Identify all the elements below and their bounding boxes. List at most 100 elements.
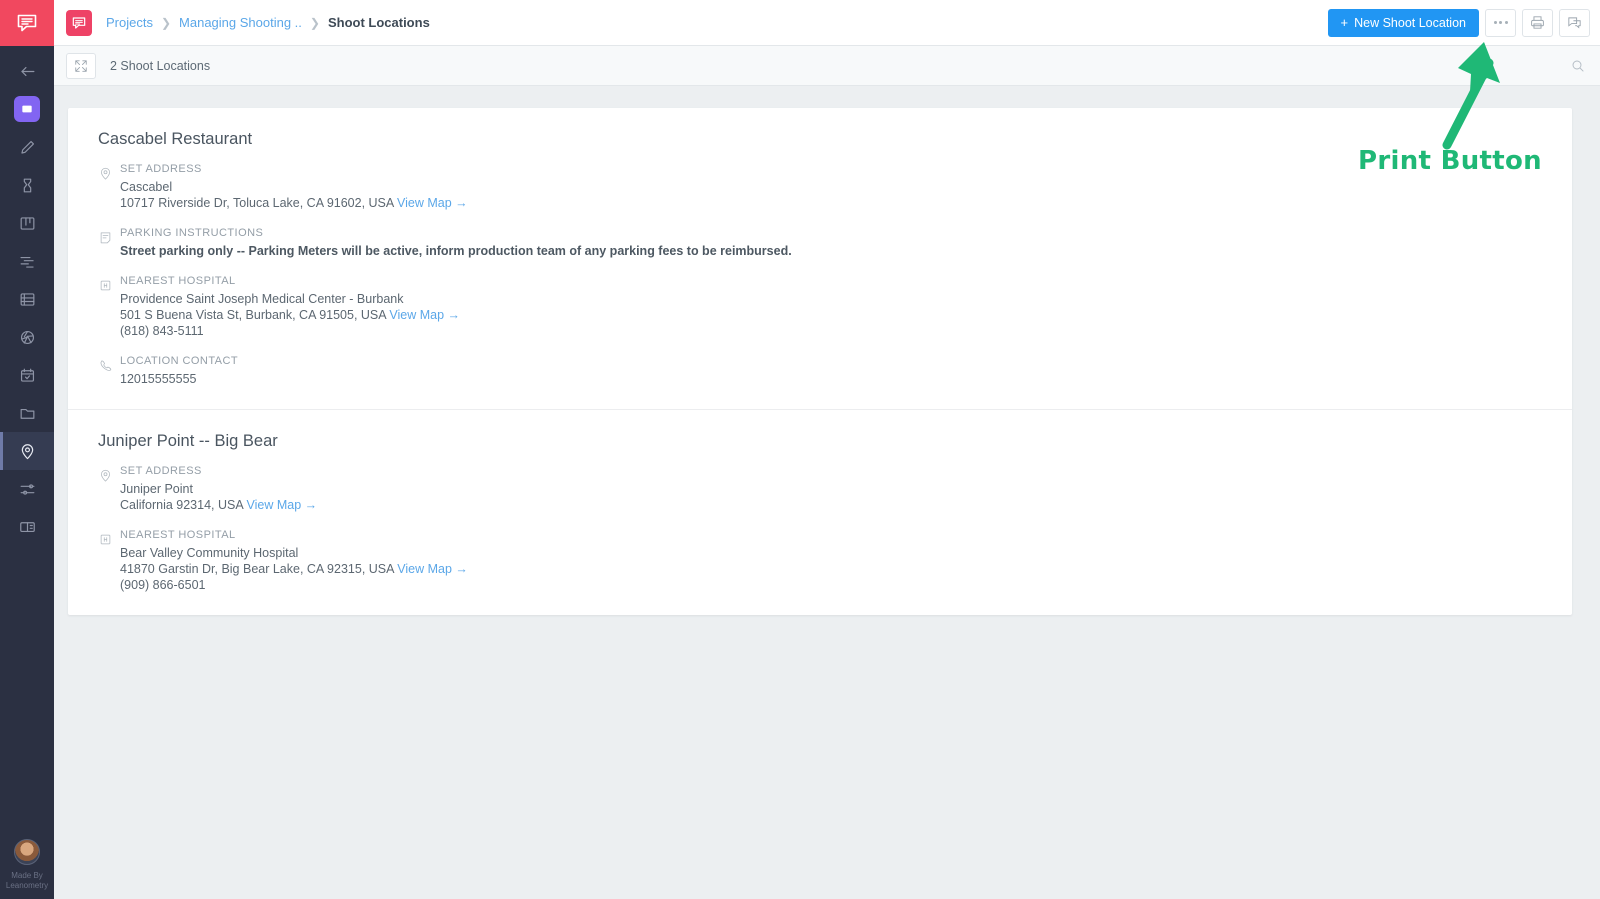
- field-value-line: Providence Saint Joseph Medical Center -…: [120, 291, 1572, 307]
- field-label: SET ADDRESS: [120, 465, 202, 477]
- sidebar-item-cast-crew[interactable]: [0, 166, 54, 204]
- hospital-icon: [100, 280, 111, 291]
- sidebar-item-reports[interactable]: [0, 508, 54, 546]
- breadcrumb-item-2[interactable]: Managing Shooting ..: [179, 15, 302, 30]
- sidebar-item-storyboard[interactable]: [0, 204, 54, 242]
- sidebar-item-shoot-locations[interactable]: [0, 432, 54, 470]
- project-logo[interactable]: [66, 9, 92, 36]
- field-value-line: Juniper Point: [120, 481, 1572, 497]
- view-map-link[interactable]: View Map →: [397, 562, 468, 576]
- view-map-link[interactable]: View Map →: [397, 196, 468, 210]
- field-label: NEAREST HOSPITAL: [120, 529, 236, 541]
- sidebar-item-calendar[interactable]: [0, 356, 54, 394]
- app-root: Made By Leanometry Projects ❯ Managing Sho…: [0, 0, 1600, 899]
- location-field: NEAREST HOSPITAL Providence Saint Joseph …: [98, 275, 1572, 339]
- top-bar: Projects ❯ Managing Shooting .. ❯ Shoot Loca…: [54, 0, 1600, 46]
- pencil-icon: [20, 140, 34, 154]
- field-value-line: California 92314, USA View Map →: [120, 497, 1572, 513]
- shoot-location-title: Cascabel Restaurant: [98, 130, 253, 148]
- breadcrumb-separator: ❯: [160, 15, 172, 30]
- expand-collapse-button[interactable]: [66, 52, 96, 79]
- shoot-locations-count: 2 Shoot Locations: [110, 58, 211, 73]
- search-button[interactable]: [1570, 58, 1586, 74]
- location-field: SET ADDRESS Cascabel 10717 Riverside Dr, T…: [98, 163, 1572, 211]
- field-body: PARKING INSTRUCTIONS Street parking only …: [120, 227, 1572, 259]
- left-nav-rail: Made By Leanometry: [0, 0, 54, 899]
- location-field: LOCATION CONTACT 12015555555: [98, 355, 1572, 387]
- made-by-line-2: Leanometry: [5, 881, 49, 890]
- view-map-link[interactable]: View Map →: [389, 308, 460, 322]
- new-shoot-location-button[interactable]: + New Shoot Location: [1327, 8, 1479, 37]
- sidebar-item-schedule[interactable]: [0, 242, 54, 280]
- sidebar-item-settings[interactable]: [0, 470, 54, 508]
- field-body: LOCATION CONTACT 12015555555: [120, 355, 1572, 387]
- note-icon: [100, 232, 111, 244]
- field-icon-wrap: [98, 355, 120, 387]
- app-logo[interactable]: [0, 0, 54, 46]
- sidebar-item-breakdown[interactable]: [0, 280, 54, 318]
- speech-bubble-logo-icon: [17, 14, 37, 32]
- field-icon-wrap: [98, 163, 120, 211]
- folder-icon: [20, 408, 34, 419]
- field-value-text: Juniper Point: [120, 482, 193, 496]
- field-value-text: (818) 843-5111: [120, 324, 204, 338]
- field-label: PARKING INSTRUCTIONS: [120, 227, 264, 239]
- field-value-line: Cascabel: [120, 179, 1572, 195]
- location-field: SET ADDRESS Juniper Point California 92314…: [98, 465, 1572, 513]
- field-label: LOCATION CONTACT: [120, 355, 239, 367]
- ellipsis-icon: [1493, 21, 1508, 24]
- sliders-icon: [20, 483, 34, 495]
- aperture-icon: [20, 330, 34, 344]
- annotation-label: Print Button: [1358, 146, 1542, 176]
- breadcrumb: Projects ❯ Managing Shooting .. ❯ Shoot Loca…: [106, 15, 430, 30]
- people-icon: [23, 178, 31, 192]
- schedule-icon: [20, 256, 34, 268]
- sidebar-item-shots[interactable]: [0, 318, 54, 356]
- field-value-line: (909) 866-6501: [120, 577, 1572, 593]
- print-button[interactable]: [1522, 8, 1553, 37]
- field-body: SET ADDRESS Juniper Point California 92314…: [120, 465, 1572, 513]
- field-value-text: Providence Saint Joseph Medical Center -…: [120, 292, 404, 306]
- chat-bubble-icon: [1568, 17, 1581, 29]
- field-icon-wrap: [98, 465, 120, 513]
- map-pin-icon: [101, 167, 110, 180]
- breadcrumb-item-1[interactable]: Projects: [106, 15, 153, 30]
- map-pin-icon: [21, 443, 33, 459]
- nav-items: [0, 46, 54, 839]
- made-by-credit: Made By Leanometry: [6, 871, 48, 891]
- more-options-button[interactable]: [1485, 8, 1516, 37]
- field-body: NEAREST HOSPITAL Providence Saint Joseph …: [120, 275, 1572, 339]
- sub-bar: 2 Shoot Locations: [54, 46, 1600, 86]
- field-value-line: 12015555555: [120, 371, 1572, 387]
- new-shoot-location-label: New Shoot Location: [1354, 15, 1466, 30]
- sidebar-item-files[interactable]: [0, 394, 54, 432]
- field-value-line: Bear Valley Community Hospital: [120, 545, 1572, 561]
- made-by-line-1: Made By: [11, 871, 43, 880]
- avatar[interactable]: [14, 839, 40, 865]
- plus-icon: +: [1340, 15, 1349, 30]
- breadcrumb-item-3: Shoot Locations: [327, 15, 430, 30]
- field-label: NEAREST HOSPITAL: [120, 275, 236, 287]
- field-value-text: 41870 Garstin Dr, Big Bear Lake, CA 9231…: [120, 562, 394, 576]
- field-value-text: (909) 866-6501: [120, 578, 206, 592]
- field-body: SET ADDRESS Cascabel 10717 Riverside Dr, T…: [120, 163, 1572, 211]
- field-icon-wrap: [98, 529, 120, 593]
- location-field: NEAREST HOSPITAL Bear Valley Community Ho…: [98, 529, 1572, 593]
- sidebar-item-collapse-nav[interactable]: [0, 52, 54, 90]
- map-pin-icon: [101, 469, 110, 482]
- field-value-text: 12015555555: [120, 372, 197, 386]
- view-map-link[interactable]: View Map →: [246, 498, 317, 512]
- sidebar-item-dashboard[interactable]: [0, 90, 54, 128]
- location-field: PARKING INSTRUCTIONS Street parking only …: [98, 227, 1572, 259]
- calendar-check-icon: [20, 368, 34, 382]
- comments-button[interactable]: [1559, 8, 1590, 37]
- sidebar-item-script[interactable]: [0, 128, 54, 166]
- phone-icon: [100, 360, 112, 371]
- hospital-icon: [100, 534, 111, 545]
- search-icon: [1572, 60, 1584, 72]
- field-value-line: 10717 Riverside Dr, Toluca Lake, CA 9160…: [120, 195, 1572, 211]
- shoot-location-block: Juniper Point -- Big Bear SET ADDRESS Juni…: [68, 409, 1572, 615]
- field-value-text: 501 S Buena Vista St, Burbank, CA 91505,…: [120, 308, 386, 322]
- field-value-line: 41870 Garstin Dr, Big Bear Lake, CA 9231…: [120, 561, 1572, 577]
- shoot-locations-card: Cascabel Restaurant SET ADDRESS Cascabel 10…: [68, 108, 1572, 615]
